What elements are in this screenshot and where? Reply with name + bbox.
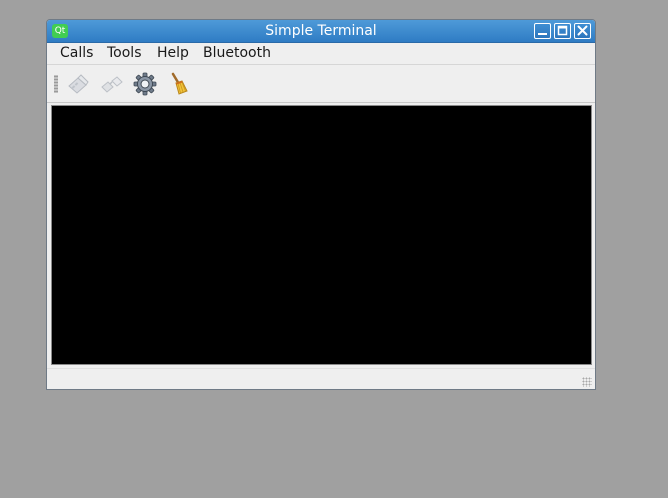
- connect-button[interactable]: [66, 72, 90, 96]
- maximize-icon: [557, 25, 568, 36]
- main-window: Qt Simple Terminal Calls Tools Help Blue…: [46, 19, 596, 390]
- menu-help[interactable]: Help: [157, 43, 189, 65]
- close-button[interactable]: [574, 23, 591, 39]
- settings-gear-icon: [133, 72, 157, 96]
- window-title: Simple Terminal: [265, 23, 377, 39]
- clear-button[interactable]: [166, 72, 190, 96]
- minimize-icon: [538, 33, 547, 35]
- toolbar-grip-handle[interactable]: [54, 75, 58, 93]
- disconnect-icon: [101, 76, 123, 93]
- connect-icon: [68, 74, 89, 94]
- maximize-button[interactable]: [554, 23, 571, 39]
- minimize-button[interactable]: [534, 23, 551, 39]
- menu-bluetooth[interactable]: Bluetooth: [203, 43, 271, 65]
- terminal-console[interactable]: [51, 105, 592, 365]
- menu-tools[interactable]: Tools: [107, 43, 142, 65]
- status-bar: [47, 368, 595, 389]
- tool-bar: [47, 65, 595, 103]
- close-icon: [577, 25, 588, 36]
- menu-bar: Calls Tools Help Bluetooth: [47, 43, 595, 65]
- desktop: Qt Simple Terminal Calls Tools Help Blue…: [0, 0, 668, 498]
- title-bar[interactable]: Qt Simple Terminal: [47, 20, 595, 43]
- settings-button[interactable]: [133, 72, 157, 96]
- resize-grip-handle[interactable]: [582, 377, 592, 387]
- menu-calls[interactable]: Calls: [60, 43, 93, 65]
- clear-broom-icon: [171, 72, 188, 95]
- disconnect-button[interactable]: [100, 72, 124, 96]
